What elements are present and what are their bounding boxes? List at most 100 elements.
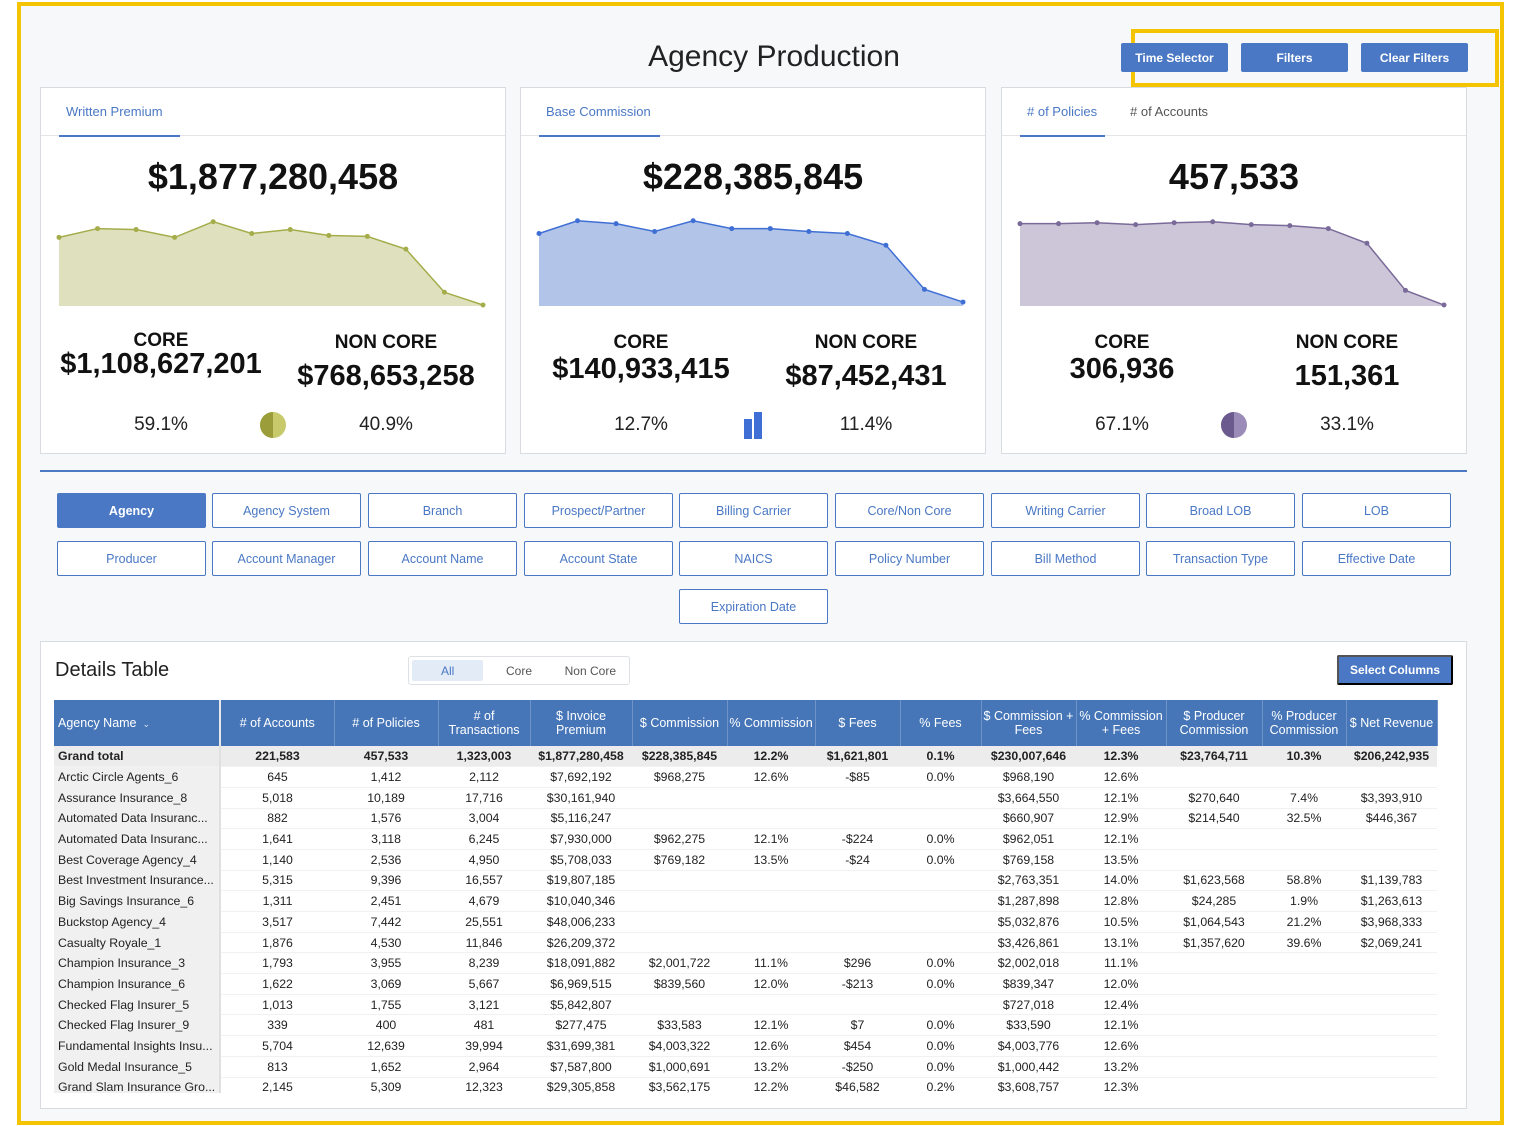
sparkline-point [1364, 240, 1370, 246]
table-row[interactable]: Checked Flag Insurer_9 339 400 481 $277,475 $… [54, 1014, 1437, 1037]
table-cell: 4,530 [334, 932, 438, 954]
table-cell [727, 890, 815, 912]
dimension-button[interactable]: Policy Number [835, 541, 984, 576]
dimension-button[interactable]: Effective Date [1302, 541, 1451, 576]
table-row[interactable]: Fundamental Insights Insu... 5,704 12,639 3… [54, 1035, 1437, 1057]
table-cell: $5,032,876 [981, 911, 1076, 933]
table-row[interactable]: Arctic Circle Agents_6 645 1,412 2,112 $7,69… [54, 766, 1437, 788]
table-row[interactable]: Checked Flag Insurer_5 1,013 1,755 3,121 $5,… [54, 994, 1437, 1016]
agency-name-cell: Champion Insurance_6 [54, 973, 221, 995]
table-cell: 2,536 [334, 849, 438, 871]
column-header[interactable]: $ Commission [632, 700, 728, 746]
bar-chart-icon [743, 411, 765, 444]
table-cell: $1,877,280,458 [530, 746, 632, 768]
table-cell [1262, 1056, 1346, 1078]
table-cell: $1,000,442 [981, 1056, 1076, 1078]
table-cell: 10.3% [1262, 746, 1346, 768]
column-header[interactable]: $ Net Revenue [1346, 700, 1438, 746]
table-cell: 13.1% [1076, 932, 1166, 954]
sparkline-point [210, 219, 216, 225]
table-row[interactable]: Champion Insurance_6 1,622 3,069 5,667 $6,96… [54, 973, 1437, 995]
table-row[interactable]: Buckstop Agency_4 3,517 7,442 25,551 $48,006… [54, 911, 1437, 933]
column-header[interactable]: $ Fees [815, 700, 901, 746]
dimension-button[interactable]: Billing Carrier [679, 493, 828, 528]
dimension-button[interactable]: Agency System [212, 493, 361, 528]
column-header[interactable]: # of Accounts [220, 700, 335, 746]
segment-core[interactable]: Core [483, 660, 554, 681]
dimension-button[interactable]: Broad LOB [1146, 493, 1295, 528]
table-cell [1166, 1077, 1262, 1093]
table-row[interactable]: Automated Data Insuranc... 1,641 3,118 6,24… [54, 828, 1437, 850]
sparkline-point [690, 218, 696, 224]
column-header[interactable]: $ Invoice Premium [530, 700, 633, 746]
column-header[interactable]: % Commission [727, 700, 816, 746]
table-cell: 11.1% [1076, 952, 1166, 975]
column-header[interactable]: % Fees [900, 700, 982, 746]
segment-non-core[interactable]: Non Core [555, 660, 626, 681]
sparkline-point [613, 221, 619, 227]
table-row[interactable]: Gold Medal Insurance_5 813 1,652 2,964 $7,58… [54, 1056, 1437, 1078]
active-tab-underline [539, 135, 660, 137]
table-cell [1262, 973, 1346, 995]
table-cell: $7,587,800 [530, 1056, 632, 1078]
table-row[interactable]: Champion Insurance_3 1,793 3,955 8,239 $18,0… [54, 952, 1437, 975]
sparkline-point [1325, 226, 1331, 232]
table-cell [1262, 828, 1346, 850]
table-cell [1346, 973, 1437, 995]
sparkline-point [652, 229, 658, 235]
dimension-button[interactable]: Transaction Type [1146, 541, 1295, 576]
dimension-button[interactable]: Bill Method [991, 541, 1140, 576]
table-row[interactable]: Big Savings Insurance_6 1,311 2,451 4,679 $1… [54, 890, 1437, 912]
dimension-button[interactable]: NAICS [679, 541, 828, 576]
table-row[interactable]: Grand Slam Insurance Gro... 2,145 5,309 12,… [54, 1077, 1437, 1093]
column-header[interactable]: $ Commission + Fees [981, 700, 1077, 746]
card-tab[interactable]: # of Policies [1027, 104, 1097, 119]
agency-name-cell: Buckstop Agency_4 [54, 911, 221, 933]
table-cell [1262, 1077, 1346, 1093]
segment-all[interactable]: All [412, 660, 484, 681]
dimension-button[interactable]: Account State [524, 541, 673, 576]
column-header[interactable]: % Commission + Fees [1076, 700, 1167, 746]
table-cell: 10,189 [334, 787, 438, 809]
card-tab[interactable]: Base Commission [546, 104, 651, 119]
table-cell: $7,930,000 [530, 828, 632, 850]
chevron-down-icon[interactable]: ⌄ [143, 719, 151, 729]
table-row[interactable]: Best Coverage Agency_4 1,140 2,536 4,950 $5,… [54, 849, 1437, 871]
dimension-button[interactable]: Agency [57, 493, 206, 528]
column-header[interactable]: % Producer Commission [1262, 700, 1347, 746]
active-tab-underline [1020, 135, 1105, 137]
details-table-scroll[interactable]: Agency Name ⌄ # of Accounts # of Policies # … [54, 700, 1438, 1093]
dimension-button[interactable]: Branch [368, 493, 517, 528]
dimension-button[interactable]: Core/Non Core [835, 493, 984, 528]
dimension-button[interactable]: Expiration Date [679, 589, 828, 624]
column-header[interactable]: $ Producer Commission [1166, 700, 1263, 746]
card-tab[interactable]: Written Premium [66, 104, 163, 119]
column-header[interactable]: # of Policies [334, 700, 439, 746]
table-row[interactable]: Automated Data Insuranc... 882 1,576 3,004 $… [54, 808, 1437, 830]
dimension-button[interactable]: LOB [1302, 493, 1451, 528]
column-header[interactable]: Agency Name ⌄ [54, 700, 221, 746]
select-columns-button[interactable]: Select Columns [1337, 655, 1453, 685]
dimension-button[interactable]: Prospect/Partner [524, 493, 673, 528]
noncore-value: $768,653,258 [297, 360, 475, 392]
card-tab[interactable]: # of Accounts [1130, 104, 1208, 119]
dimension-button[interactable]: Account Name [368, 541, 517, 576]
table-cell: 12.3% [1076, 746, 1166, 768]
dimension-button[interactable]: Writing Carrier [991, 493, 1140, 528]
table-cell [1346, 1035, 1437, 1057]
table-row[interactable]: Assurance Insurance_8 5,018 10,189 17,716 $3… [54, 787, 1437, 809]
time-selector-button[interactable]: Time Selector [1121, 43, 1228, 72]
dimension-button[interactable]: Account Manager [212, 541, 361, 576]
table-row[interactable]: Best Investment Insurance... 5,315 9,396 16… [54, 870, 1437, 892]
clear-filters-button[interactable]: Clear Filters [1361, 43, 1468, 72]
table-row[interactable]: Casualty Royale_1 1,876 4,530 11,846 $26,209… [54, 932, 1437, 954]
table-cell [1166, 952, 1262, 975]
table-cell: $31,699,381 [530, 1035, 632, 1057]
table-cell: 0.0% [900, 1035, 981, 1057]
table-cell [632, 870, 727, 892]
grand-total-row[interactable]: Grand total 221,583 457,533 1,323,003 $1,877… [54, 746, 1437, 768]
column-header[interactable]: # of Transactions [438, 700, 531, 746]
filters-button[interactable]: Filters [1241, 43, 1348, 72]
dimension-button[interactable]: Producer [57, 541, 206, 576]
table-cell: 0.1% [900, 746, 981, 768]
